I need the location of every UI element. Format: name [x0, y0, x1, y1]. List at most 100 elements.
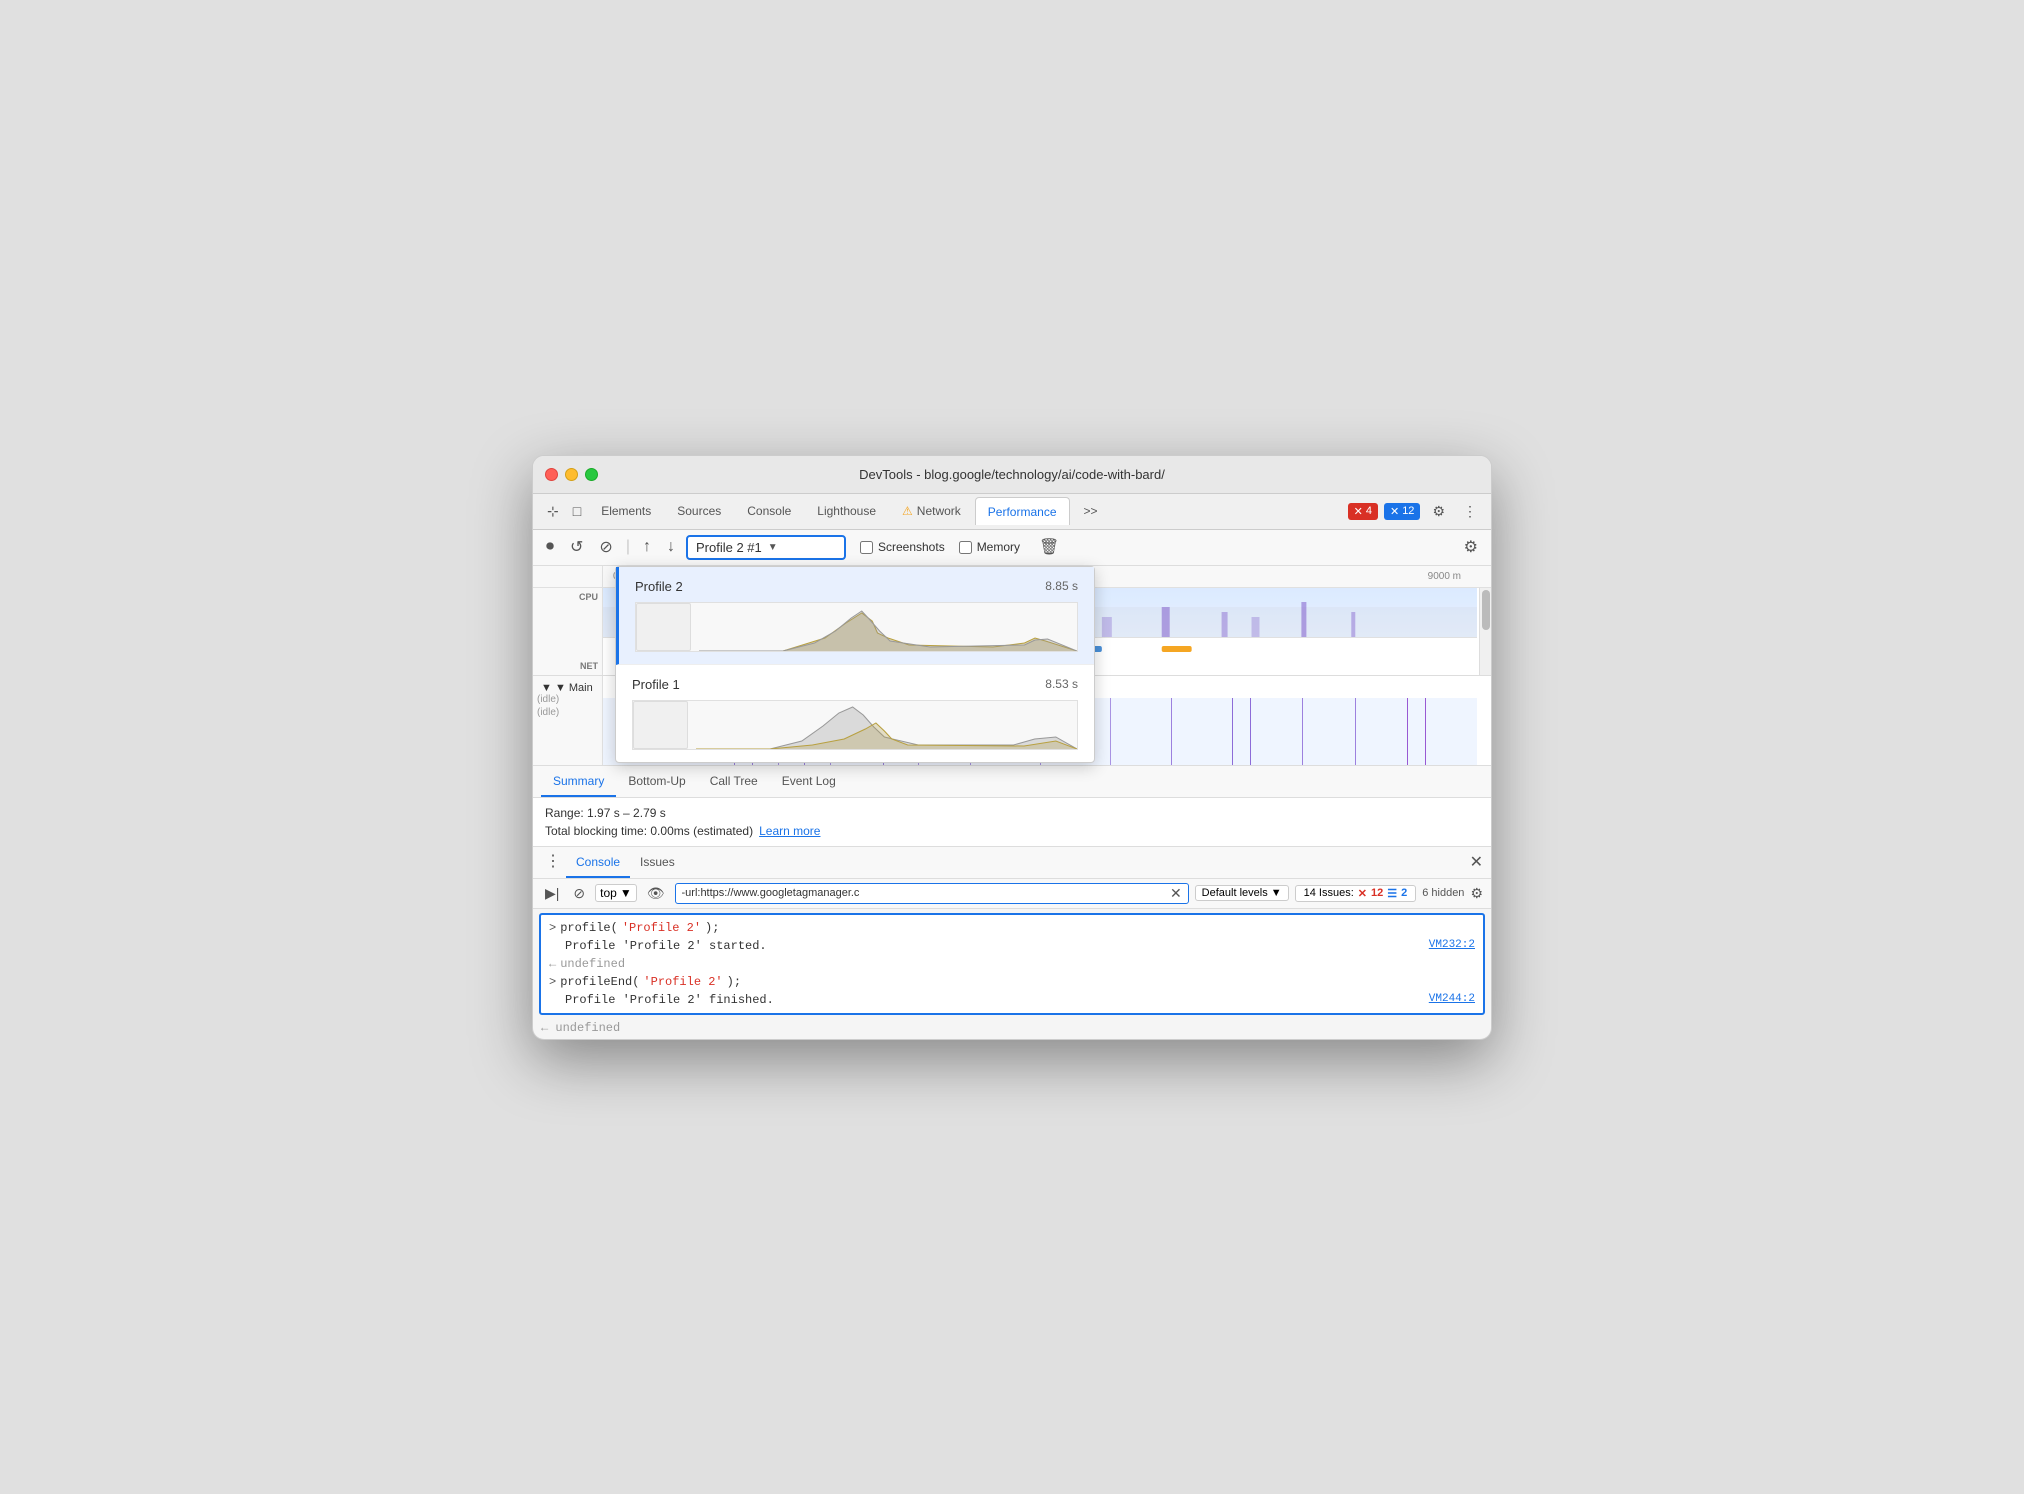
tab-console[interactable]: Console — [735, 497, 803, 525]
filter-clear-icon[interactable]: ✕ — [1170, 885, 1182, 902]
net-label: NET — [580, 661, 598, 671]
tab-performance[interactable]: Performance — [975, 497, 1070, 525]
tab-elements[interactable]: Elements — [589, 497, 663, 525]
maximize-button[interactable] — [585, 468, 598, 481]
console-header: ⋮ Console Issues ✕ — [533, 847, 1491, 879]
console-output: > profile('Profile 2'); Profile 'Profile… — [539, 913, 1485, 1015]
warning-badge[interactable]: ✕ 12 — [1384, 503, 1420, 520]
console-sidebar-toggle[interactable]: ⋮ — [541, 852, 566, 872]
screenshots-checkbox-input[interactable] — [860, 541, 873, 554]
console-clear-btn[interactable]: ⊘ — [569, 883, 589, 904]
minimize-button[interactable] — [565, 468, 578, 481]
devtools-window: DevTools - blog.google/technology/ai/cod… — [532, 455, 1492, 1040]
vm244-link[interactable]: VM244:2 — [1429, 993, 1475, 1005]
ruler-tick-9000: 9000 m — [1428, 571, 1461, 582]
task-line-16 — [1407, 698, 1408, 765]
bottom-tab-bar: Summary Bottom-Up Call Tree Event Log — [533, 766, 1491, 798]
console-string-4: 'Profile 2' — [643, 975, 722, 989]
memory-checkbox[interactable]: Memory — [959, 540, 1020, 554]
warning-x-icon: ✕ — [1390, 505, 1399, 518]
console-bottom-line: ← undefined — [533, 1019, 1491, 1039]
profile1-label: Profile 1 — [632, 677, 680, 692]
console-text-5: Profile 'Profile 2' finished. — [565, 993, 774, 1007]
main-arrow: ▼ — [541, 682, 555, 694]
tab-right-actions: ✕ 4 ✕ 12 ⚙ ⋮ — [1348, 499, 1483, 524]
blocking-time-text: Total blocking time: 0.00ms (estimated) — [545, 824, 753, 838]
tab-lighthouse[interactable]: Lighthouse — [805, 497, 888, 525]
task-line-15 — [1355, 698, 1356, 765]
console-text-1a: profile( — [560, 921, 618, 935]
console-line-3: ← undefined — [541, 955, 1483, 973]
tab-sources[interactable]: Sources — [665, 497, 733, 525]
issues-error-icon: ✕ — [1358, 887, 1367, 900]
inspect-icon[interactable]: ⊹ — [541, 499, 565, 524]
vm232-link[interactable]: VM232:2 — [1429, 939, 1475, 951]
console-prompt-3: ← — [549, 957, 556, 971]
console-settings-button[interactable]: ⚙ — [1470, 885, 1483, 902]
console-line-1: > profile('Profile 2'); — [541, 919, 1483, 937]
issues-count-label: 14 Issues: — [1304, 887, 1354, 899]
download-button[interactable]: ↓ — [662, 535, 680, 559]
console-text-1b: ); — [705, 921, 719, 935]
timeline-scrollbar[interactable] — [1479, 588, 1491, 675]
device-icon[interactable]: □ — [567, 499, 587, 523]
console-text-2: Profile 'Profile 2' started. — [565, 939, 767, 953]
record-button[interactable]: ⏺ — [541, 535, 559, 559]
issues-error-count: 12 — [1371, 887, 1383, 899]
console-tab-console[interactable]: Console — [566, 846, 630, 878]
eye-icon: 👁 — [647, 885, 665, 901]
profile1-sparkline — [696, 701, 1077, 749]
profile2-chart — [635, 602, 1078, 652]
chevron-down-icon: ▼ — [768, 542, 778, 553]
profile2-sparkline — [699, 603, 1077, 651]
idle-label-2: (idle) — [533, 707, 602, 718]
upload-button[interactable]: ↑ — [638, 535, 656, 559]
close-button[interactable] — [545, 468, 558, 481]
task-line-11 — [1171, 698, 1172, 765]
context-selector[interactable]: top ▼ — [595, 884, 637, 902]
issues-badge[interactable]: 14 Issues: ✕ 12 ☰ 2 — [1295, 885, 1417, 902]
trash-button[interactable]: 🗑 — [1034, 534, 1064, 560]
checkbox-group: Screenshots Memory 🗑 — [860, 534, 1064, 560]
tab-network[interactable]: ⚠Network — [890, 497, 973, 525]
traffic-lights — [545, 468, 598, 481]
issues-warning-icon: ☰ — [1387, 887, 1397, 900]
console-bottom-text: ← undefined — [541, 1021, 620, 1035]
window-title: DevTools - blog.google/technology/ai/cod… — [859, 467, 1165, 482]
network-warning-icon: ⚠ — [902, 504, 913, 518]
summary-area: Range: 1.97 s – 2.79 s Total blocking ti… — [533, 798, 1491, 847]
live-expressions-btn[interactable]: 👁 — [643, 883, 669, 904]
screenshots-checkbox[interactable]: Screenshots — [860, 540, 945, 554]
tab-event-log[interactable]: Event Log — [770, 765, 848, 797]
performance-toolbar: ⏺ ↺ ⊘ | ↑ ↓ Profile 2 #1 ▼ Profile 2 8.8… — [533, 530, 1491, 566]
settings-icon[interactable]: ⚙ — [1426, 499, 1451, 524]
profile-dropdown[interactable]: Profile 2 #1 ▼ — [686, 535, 846, 560]
task-line-12 — [1232, 698, 1233, 765]
profile1-thumbnail — [633, 701, 688, 749]
tab-call-tree[interactable]: Call Tree — [698, 765, 770, 797]
memory-checkbox-input[interactable] — [959, 541, 972, 554]
log-levels-selector[interactable]: Default levels ▼ — [1195, 885, 1289, 901]
profile2-time: 8.85 s — [1045, 579, 1078, 593]
scrollbar-thumb[interactable] — [1482, 590, 1490, 630]
console-filter-input[interactable]: -url:https://www.googletagmanager.c ✕ — [675, 883, 1189, 904]
tab-bottom-up[interactable]: Bottom-Up — [616, 765, 697, 797]
profile-option-1[interactable]: Profile 1 8.53 s — [616, 665, 1094, 762]
profile-option-2[interactable]: Profile 2 8.85 s — [616, 567, 1094, 665]
hidden-count: 6 hidden — [1422, 887, 1464, 899]
more-options-icon[interactable]: ⋮ — [1457, 499, 1483, 524]
error-badge[interactable]: ✕ 4 — [1348, 503, 1378, 520]
task-line-10 — [1110, 698, 1111, 765]
tab-summary[interactable]: Summary — [541, 765, 616, 797]
learn-more-link[interactable]: Learn more — [759, 824, 820, 838]
title-bar: DevTools - blog.google/technology/ai/cod… — [533, 456, 1491, 494]
console-tab-issues[interactable]: Issues — [630, 846, 685, 878]
clear-button[interactable]: ⊘ — [594, 534, 617, 560]
reload-record-button[interactable]: ↺ — [565, 534, 588, 560]
performance-settings-button[interactable]: ⚙ — [1459, 534, 1483, 560]
console-close-button[interactable]: ✕ — [1470, 852, 1483, 872]
tab-more[interactable]: >> — [1072, 497, 1110, 525]
console-sidebar-btn[interactable]: ▶| — [541, 883, 563, 904]
clear-console-icon: ⊘ — [573, 885, 585, 901]
console-text-3: undefined — [560, 957, 625, 971]
